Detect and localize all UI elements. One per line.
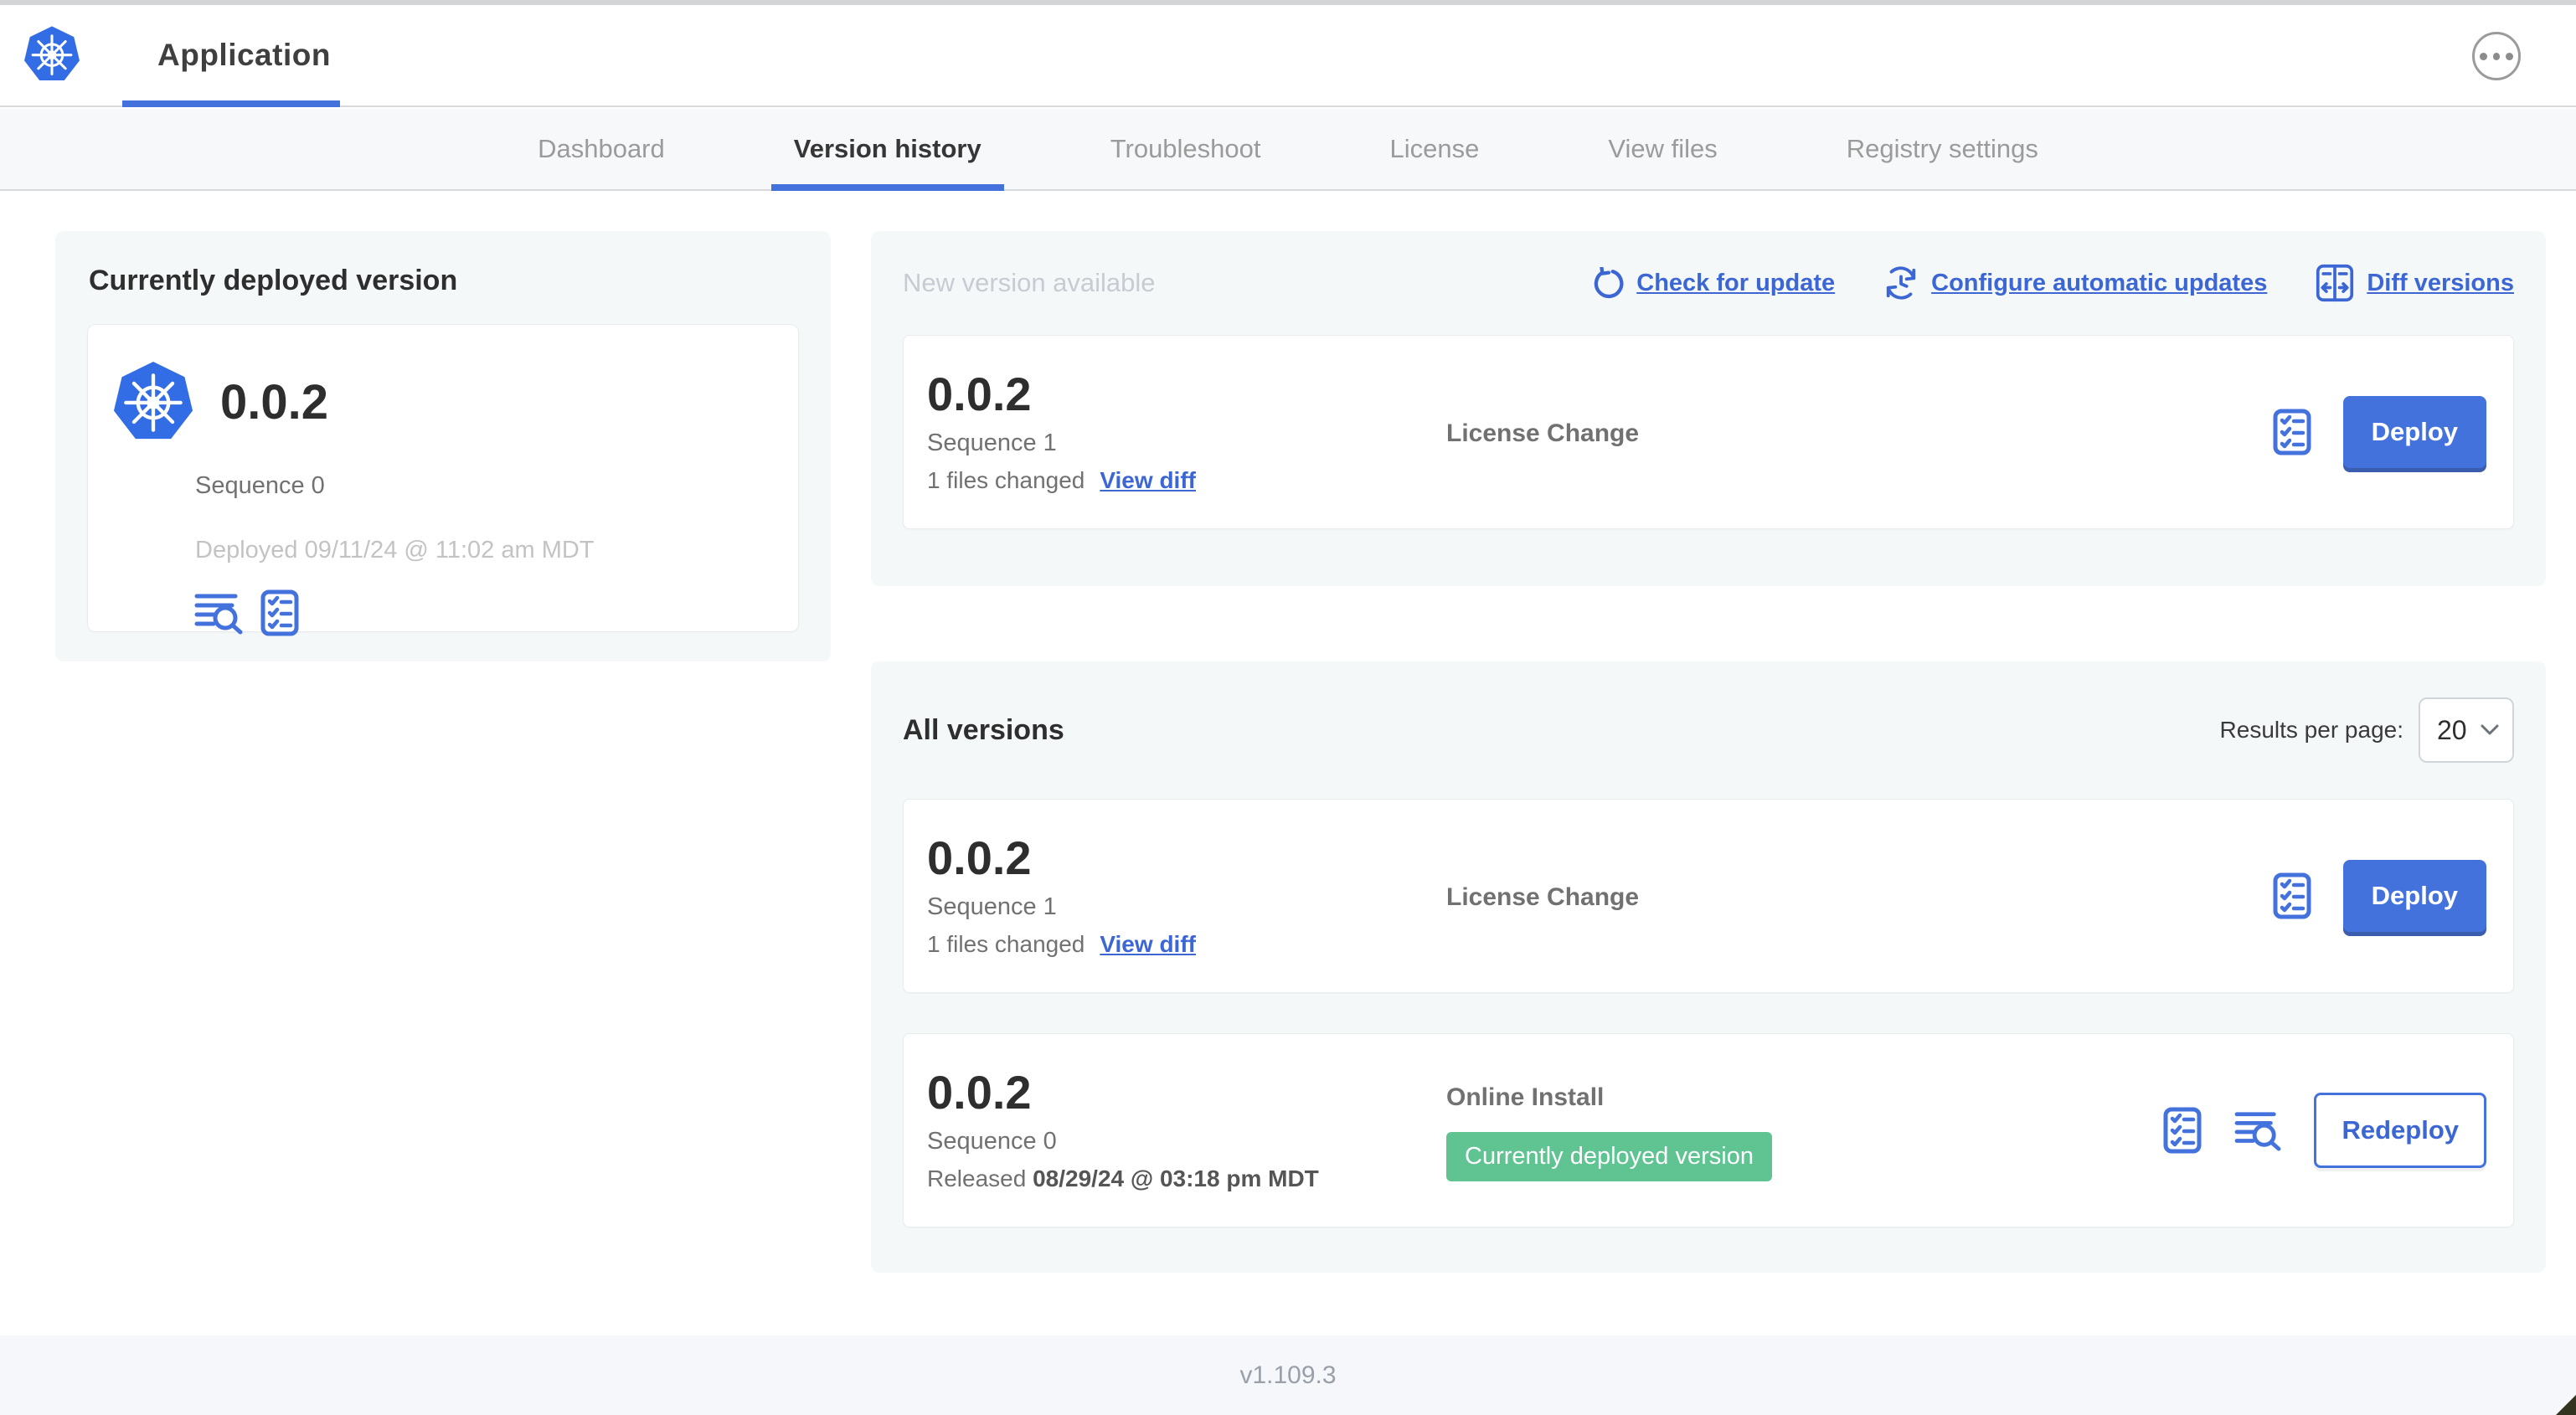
all-versions-panel: All versions Results per page: 20 0.0.2 … xyxy=(871,661,2546,1273)
window-edge xyxy=(0,0,2576,5)
version-source-label: License Change xyxy=(1446,883,1640,911)
version-number: 0.0.2 xyxy=(927,831,1032,885)
new-version-title: New version available xyxy=(903,268,1156,297)
currently-deployed-badge: Currently deployed version xyxy=(1446,1131,1772,1181)
deployed-timestamp: Deployed 09/11/24 @ 11:02 am MDT xyxy=(195,537,595,563)
app-header: Application xyxy=(0,5,2576,107)
view-diff-link[interactable]: View diff xyxy=(1100,467,1196,494)
preflight-checks-icon[interactable] xyxy=(2273,872,2311,919)
preflight-checks-icon[interactable] xyxy=(260,589,299,636)
version-source-label: Online Install xyxy=(1446,1083,1605,1111)
kubernetes-logo-icon xyxy=(23,25,80,84)
deploy-logs-icon[interactable] xyxy=(193,591,244,635)
deploy-button[interactable]: Deploy xyxy=(2342,396,2486,468)
deploy-logs-icon[interactable] xyxy=(2233,1109,2282,1151)
deployed-sequence: Sequence 0 xyxy=(195,472,325,499)
preflight-checks-icon[interactable] xyxy=(2163,1107,2202,1154)
version-source-label: License Change xyxy=(1446,419,1640,447)
new-version-panel: New version available Check for update C… xyxy=(871,231,2546,586)
tab-version-history[interactable]: Version history xyxy=(770,109,1004,191)
schedule-icon xyxy=(1883,265,1919,301)
currently-deployed-panel: Currently deployed version 0.0.2 Sequenc… xyxy=(55,231,831,661)
released-timestamp: Released 08/29/24 @ 03:18 pm MDT xyxy=(927,1165,1319,1191)
configure-automatic-updates-link[interactable]: Configure automatic updates xyxy=(1883,265,2267,301)
version-sequence: Sequence 1 xyxy=(927,893,1057,920)
console-version: v1.109.3 xyxy=(1239,1361,1337,1389)
app-icon xyxy=(113,360,193,444)
tab-dashboard[interactable]: Dashboard xyxy=(515,109,688,189)
version-row: 0.0.2 Sequence 1 1 files changed View di… xyxy=(903,799,2514,993)
overflow-menu-button[interactable] xyxy=(2472,32,2521,80)
tab-troubleshoot[interactable]: Troubleshoot xyxy=(1088,109,1284,189)
version-row: 0.0.2 Sequence 0 Released 08/29/24 @ 03:… xyxy=(903,1033,2514,1227)
refresh-icon xyxy=(1592,267,1624,299)
files-changed-label: 1 files changed xyxy=(927,930,1085,957)
preflight-checks-icon[interactable] xyxy=(2273,409,2311,455)
tab-view-files[interactable]: View files xyxy=(1585,109,1739,189)
deployed-version-number: 0.0.2 xyxy=(220,374,328,430)
footer: v1.109.3 xyxy=(0,1335,2576,1415)
app-tab-application[interactable]: Application xyxy=(157,5,331,105)
results-per-page-select[interactable]: 20 xyxy=(2419,697,2514,763)
check-for-update-link[interactable]: Check for update xyxy=(1592,267,1835,299)
version-number: 0.0.2 xyxy=(927,1066,1032,1119)
diff-versions-link[interactable]: Diff versions xyxy=(2316,264,2514,302)
tab-license[interactable]: License xyxy=(1368,109,1502,189)
view-diff-link[interactable]: View diff xyxy=(1100,931,1196,958)
version-sequence: Sequence 0 xyxy=(927,1127,1057,1155)
new-version-card: 0.0.2 Sequence 1 1 files changed View di… xyxy=(903,335,2514,529)
tab-registry-settings[interactable]: Registry settings xyxy=(1824,109,2061,189)
deployed-version-card: 0.0.2 Sequence 0 Deployed 09/11/24 @ 11:… xyxy=(87,324,799,632)
mouse-cursor-artifact xyxy=(2556,1395,2576,1415)
diff-icon xyxy=(2316,264,2354,302)
version-number: 0.0.2 xyxy=(927,368,1032,421)
results-per-page-label: Results per page: xyxy=(2219,717,2403,743)
chevron-down-icon xyxy=(2481,724,2499,736)
version-sequence: Sequence 1 xyxy=(927,429,1057,456)
redeploy-button[interactable]: Redeploy xyxy=(2314,1093,2486,1168)
active-app-tab-indicator xyxy=(122,100,340,107)
ellipsis-icon xyxy=(2480,52,2487,60)
all-versions-title: All versions xyxy=(903,713,1064,746)
section-nav: Dashboard Version history Troubleshoot L… xyxy=(0,109,2576,191)
deploy-button[interactable]: Deploy xyxy=(2342,860,2486,932)
files-changed-label: 1 files changed xyxy=(927,466,1085,493)
currently-deployed-title: Currently deployed version xyxy=(89,265,458,296)
